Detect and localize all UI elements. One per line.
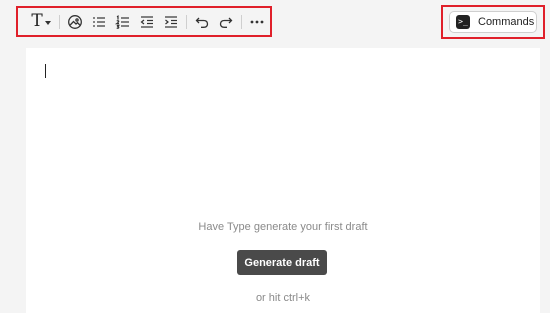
undo-button[interactable] bbox=[190, 11, 214, 33]
bullet-list-button[interactable] bbox=[87, 11, 111, 33]
image-icon bbox=[68, 14, 82, 29]
toolbar-divider bbox=[59, 14, 60, 29]
shortcut-hint: or hit ctrl+k bbox=[255, 292, 311, 304]
indent-button[interactable] bbox=[159, 11, 183, 33]
more-button[interactable] bbox=[245, 11, 269, 33]
outdent-button[interactable] bbox=[135, 11, 159, 33]
toolbar-divider bbox=[241, 14, 242, 29]
terminal-icon: >_ bbox=[456, 15, 470, 29]
redo-button[interactable] bbox=[214, 11, 238, 33]
redo-icon bbox=[219, 17, 233, 28]
generate-draft-button[interactable]: Generate draft bbox=[237, 250, 327, 275]
text-style-button[interactable]: T bbox=[26, 11, 56, 33]
bullet-list-icon bbox=[93, 16, 105, 27]
text-format-icon: T bbox=[31, 11, 43, 31]
numbered-list-icon bbox=[115, 14, 129, 29]
image-button[interactable] bbox=[63, 11, 87, 33]
more-icon bbox=[250, 20, 264, 23]
toolbar-divider bbox=[186, 14, 187, 29]
outdent-icon bbox=[140, 15, 153, 28]
editor-toolbar: T bbox=[16, 6, 272, 37]
numbered-list-button[interactable] bbox=[111, 11, 135, 33]
text-cursor bbox=[45, 64, 46, 78]
commands-highlight: >_ Commands bbox=[441, 5, 545, 39]
editor-area[interactable]: Have Type generate your first draft Gene… bbox=[26, 48, 540, 313]
indent-icon bbox=[165, 15, 177, 28]
commands-label: Commands bbox=[478, 16, 535, 28]
draft-prompt: Have Type generate your first draft bbox=[198, 221, 368, 233]
undo-icon bbox=[195, 17, 209, 28]
chevron-down-icon bbox=[44, 20, 51, 25]
commands-button[interactable]: >_ Commands bbox=[449, 11, 537, 33]
